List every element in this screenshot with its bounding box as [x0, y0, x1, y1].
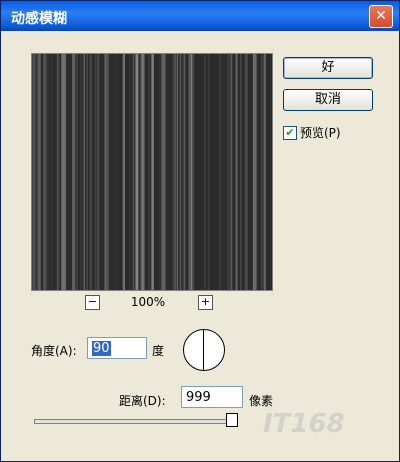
blur-streak [127, 54, 129, 290]
title-bar[interactable]: 动感模糊 ✕ [1, 1, 399, 31]
blur-streak [143, 54, 145, 290]
angle-unit: 度 [152, 344, 165, 358]
angle-value: 90 [92, 341, 111, 356]
blur-streak [240, 54, 242, 290]
blur-streak [98, 54, 100, 290]
blur-streak [263, 54, 266, 290]
blur-streak [176, 54, 178, 290]
blur-streak [72, 54, 75, 290]
blur-streak [193, 54, 195, 290]
blur-streak [47, 54, 49, 290]
ok-button[interactable]: 好 [283, 57, 373, 79]
distance-label: 距离(D): [119, 394, 166, 408]
angle-input[interactable]: 90 [87, 337, 147, 359]
blur-streak [207, 54, 210, 290]
watermark-logo: IT168 [263, 409, 345, 439]
dialog-title: 动感模糊 [11, 11, 67, 27]
blur-streak [158, 54, 162, 290]
blur-streak [72, 54, 73, 290]
blur-streak [80, 54, 82, 290]
blur-streak [36, 54, 38, 290]
close-icon: ✕ [375, 8, 387, 24]
blur-streak [152, 54, 154, 290]
blur-streak [178, 54, 180, 290]
blur-streak [175, 54, 176, 290]
blur-streak [245, 54, 248, 290]
blur-streak [86, 54, 88, 290]
close-button[interactable]: ✕ [369, 5, 393, 28]
blur-streak [114, 54, 117, 290]
distance-input[interactable]: 999 [181, 386, 243, 408]
blur-streak [190, 54, 193, 290]
blur-streak [162, 54, 166, 290]
blur-streak [230, 54, 233, 290]
cancel-button[interactable]: 取消 [283, 89, 373, 111]
plus-icon: + [200, 295, 211, 308]
blur-streak [235, 54, 238, 290]
distance-slider-track[interactable] [34, 419, 233, 424]
blur-streak [44, 54, 46, 290]
blur-streak [96, 54, 99, 290]
blur-streak [123, 54, 124, 290]
preview-area[interactable] [31, 53, 273, 291]
blur-streak [102, 54, 106, 290]
angle-dial-needle [203, 330, 204, 370]
blur-streak [37, 54, 39, 290]
blur-streak [189, 54, 190, 290]
blur-streak [219, 54, 222, 290]
blur-streak [184, 54, 186, 290]
zoom-out-button[interactable]: − [85, 295, 100, 310]
motion-blur-dialog: 动感模糊 ✕ − 100% + 好 取消 ✔ 预览(P) 角度(A): 90 度… [0, 0, 400, 462]
distance-slider-thumb[interactable] [226, 413, 238, 427]
blur-streak [92, 54, 95, 290]
preview-checkbox-row[interactable]: ✔ 预览(P) [283, 124, 341, 141]
blur-streak [45, 54, 47, 290]
blur-streak [190, 54, 191, 290]
angle-dial[interactable] [183, 329, 225, 371]
blur-streak [56, 54, 59, 290]
blur-streak [137, 54, 139, 290]
blur-streak [206, 54, 208, 290]
blur-streak [111, 54, 112, 290]
blur-streak [83, 54, 85, 290]
blur-streak [227, 54, 230, 290]
check-icon: ✔ [285, 125, 295, 139]
distance-value: 999 [186, 390, 211, 405]
blur-streak [172, 54, 175, 290]
blur-streak [252, 54, 255, 290]
blur-streak [179, 54, 182, 290]
blur-streak [107, 54, 110, 290]
blur-streak [221, 54, 223, 290]
blur-streak [140, 54, 143, 290]
blur-streak [32, 54, 36, 290]
zoom-level: 100% [130, 295, 166, 309]
blur-streak [129, 54, 131, 290]
angle-label: 角度(A): [31, 344, 77, 358]
preview-checkbox-label: 预览(P) [300, 126, 341, 140]
zoom-in-button[interactable]: + [198, 295, 213, 310]
blur-streak [150, 54, 152, 290]
blur-streak [204, 54, 206, 290]
blur-streak [181, 54, 183, 290]
preview-checkbox[interactable]: ✔ [283, 125, 297, 140]
blur-streak [39, 54, 41, 290]
blur-streak [51, 54, 53, 290]
blur-streak [138, 54, 140, 290]
distance-unit: 像素 [249, 394, 274, 408]
blur-streak [89, 54, 93, 290]
blur-streak [134, 54, 137, 290]
blur-streak [148, 54, 150, 290]
blur-streak [224, 54, 226, 290]
blur-streak [76, 54, 78, 290]
blur-streak [254, 54, 257, 290]
blur-streak [146, 54, 148, 290]
blur-streak [261, 54, 263, 290]
minus-icon: − [87, 295, 98, 308]
blur-streak [165, 54, 168, 290]
blur-streak [132, 54, 135, 290]
preview-canvas [32, 54, 272, 290]
blur-streak [64, 54, 65, 290]
